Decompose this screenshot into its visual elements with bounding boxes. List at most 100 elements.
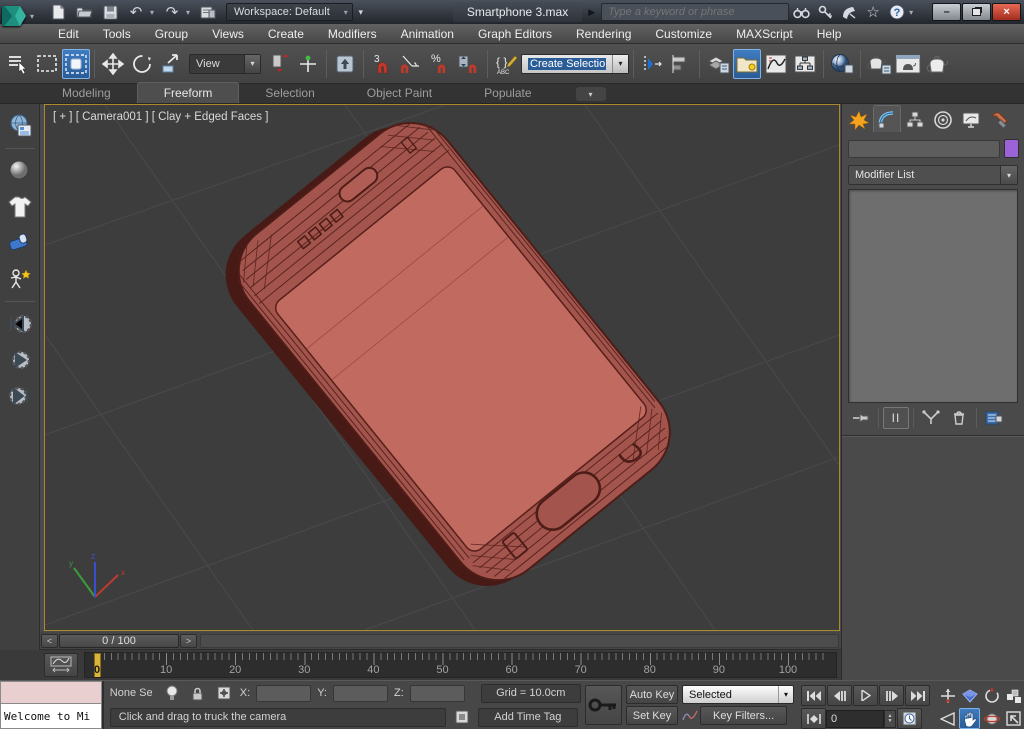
- close-button[interactable]: ×: [992, 3, 1021, 21]
- schematic-view-button[interactable]: [791, 49, 819, 79]
- redo-button[interactable]: ↷: [160, 2, 184, 22]
- ribbon-tab-freeform[interactable]: Freeform: [137, 82, 240, 103]
- object-name-field[interactable]: [848, 140, 1000, 158]
- time-slider-channel[interactable]: [200, 634, 839, 648]
- save-file-button[interactable]: [98, 2, 122, 22]
- select-by-name-button[interactable]: [4, 49, 32, 79]
- x-coordinate-field[interactable]: [256, 685, 311, 702]
- ribbon-tab-modeling[interactable]: Modeling: [36, 83, 137, 103]
- selection-lock-button[interactable]: [188, 683, 208, 703]
- menu-help[interactable]: Help: [805, 24, 854, 43]
- play-animation-button[interactable]: [853, 685, 878, 706]
- set-key-button[interactable]: Set Key: [626, 706, 678, 725]
- menu-customize[interactable]: Customize: [643, 24, 724, 43]
- show-end-result-button[interactable]: II: [883, 407, 909, 429]
- modifier-list-dropdown[interactable]: Modifier List ▾: [848, 165, 1018, 185]
- track-bar-ruler[interactable]: 0102030405060708090100: [84, 652, 837, 678]
- menu-create[interactable]: Create: [256, 24, 316, 43]
- communication-center-button[interactable]: [837, 2, 861, 22]
- eraser-tool-button[interactable]: [4, 227, 36, 259]
- shape-brush-button[interactable]: [4, 155, 36, 187]
- go-to-start-button[interactable]: [801, 685, 826, 706]
- menu-rendering[interactable]: Rendering: [564, 24, 643, 43]
- select-and-scale-button[interactable]: [157, 49, 185, 79]
- rendered-frame-window-button[interactable]: [894, 49, 922, 79]
- maximize-viewport-toggle-button[interactable]: [1003, 708, 1024, 729]
- animate-next-button[interactable]: [4, 380, 36, 412]
- set-keys-button[interactable]: [585, 685, 622, 725]
- isolate-selection-button[interactable]: [162, 683, 182, 703]
- open-mini-curve-editor-button[interactable]: [44, 653, 78, 677]
- tab-hierarchy[interactable]: [901, 107, 929, 132]
- spinner-down-icon[interactable]: ▼: [888, 719, 893, 724]
- sign-in-button[interactable]: [813, 2, 837, 22]
- edit-named-selection-sets-button[interactable]: { }ABC: [492, 49, 520, 79]
- field-of-view-button[interactable]: [937, 708, 958, 729]
- menu-modifiers[interactable]: Modifiers: [316, 24, 389, 43]
- previous-frame-slider-button[interactable]: <: [41, 634, 58, 648]
- maxscript-mini-listener[interactable]: Welcome to Mi: [0, 681, 104, 729]
- current-frame-field[interactable]: [826, 710, 884, 728]
- workspace-menu-button[interactable]: ▾: [353, 3, 369, 21]
- keyboard-shortcut-override-button[interactable]: [331, 49, 359, 79]
- tab-utilities[interactable]: [985, 107, 1013, 132]
- curve-editor-button[interactable]: [762, 49, 790, 79]
- conform-cloth-button[interactable]: [4, 191, 36, 223]
- previous-frame-button[interactable]: [827, 685, 852, 706]
- select-and-rotate-button[interactable]: [128, 49, 156, 79]
- remove-modifier-button[interactable]: [946, 407, 972, 429]
- polydraw-tool-button[interactable]: [4, 110, 36, 142]
- menu-edit[interactable]: Edit: [46, 24, 91, 43]
- animate-play-button[interactable]: [4, 344, 36, 376]
- time-slider-handle[interactable]: 0 / 100: [59, 634, 179, 648]
- undo-button[interactable]: ↶: [124, 2, 148, 22]
- viewport-label[interactable]: [ + ] [ Camera001 ] [ Clay + Edged Faces…: [53, 111, 268, 123]
- configure-modifier-sets-button[interactable]: [981, 407, 1007, 429]
- manage-layers-button[interactable]: [704, 49, 732, 79]
- menu-group[interactable]: Group: [143, 24, 200, 43]
- reference-coordinate-system-dropdown[interactable]: View ▾: [189, 54, 261, 74]
- search-button[interactable]: [789, 2, 813, 22]
- rectangular-selection-region-button[interactable]: [33, 49, 61, 79]
- communication-panes-button[interactable]: [452, 707, 472, 727]
- infocenter-search[interactable]: [601, 3, 789, 21]
- listener-macro-pane[interactable]: [0, 681, 102, 704]
- select-and-move-button[interactable]: [99, 49, 127, 79]
- object-color-swatch[interactable]: [1004, 139, 1019, 158]
- time-configuration-button[interactable]: [897, 708, 922, 729]
- redo-history-caret-icon[interactable]: ▾: [186, 8, 194, 17]
- use-pivot-point-center-button[interactable]: [265, 49, 293, 79]
- ribbon-tab-object-paint[interactable]: Object Paint: [341, 83, 458, 103]
- angle-snap-toggle-button[interactable]: [397, 49, 425, 79]
- search-input[interactable]: [602, 6, 788, 18]
- dolly-camera-button[interactable]: [937, 685, 958, 706]
- restore-button[interactable]: [962, 3, 991, 21]
- key-filters-button[interactable]: Key Filters...: [700, 706, 787, 725]
- ribbon-tab-populate[interactable]: Populate: [458, 83, 557, 103]
- menu-animation[interactable]: Animation: [389, 24, 466, 43]
- open-file-button[interactable]: [72, 2, 96, 22]
- camera-viewport[interactable]: z y x [ + ] [ Camera001 ] [ Clay + Edged…: [44, 104, 840, 631]
- auto-key-button[interactable]: Auto Key: [626, 685, 678, 704]
- tab-modify[interactable]: [873, 105, 901, 132]
- menu-graph-editors[interactable]: Graph Editors: [466, 24, 564, 43]
- roll-camera-button[interactable]: [981, 685, 1002, 706]
- help-caret-icon[interactable]: ▾: [909, 8, 917, 17]
- mirror-button[interactable]: [638, 49, 666, 79]
- minimize-button[interactable]: –: [932, 3, 961, 21]
- toggle-scene-explorer-button[interactable]: [733, 49, 761, 79]
- spinner-snap-toggle-button[interactable]: [455, 49, 483, 79]
- pin-stack-button[interactable]: [848, 407, 874, 429]
- tab-motion[interactable]: [929, 107, 957, 132]
- menu-maxscript[interactable]: MAXScript: [724, 24, 805, 43]
- menu-views[interactable]: Views: [200, 24, 256, 43]
- render-setup-button[interactable]: [865, 49, 893, 79]
- optimize-tool-button[interactable]: [4, 263, 36, 295]
- select-object-button[interactable]: [62, 49, 90, 79]
- frame-spinner[interactable]: ▲ ▼: [884, 710, 896, 728]
- tab-display[interactable]: [957, 107, 985, 132]
- ribbon-minimize-caret-icon[interactable]: ▾: [576, 87, 606, 101]
- truck-camera-button[interactable]: [959, 708, 980, 729]
- undo-history-caret-icon[interactable]: ▾: [150, 8, 158, 17]
- go-to-end-button[interactable]: [905, 685, 930, 706]
